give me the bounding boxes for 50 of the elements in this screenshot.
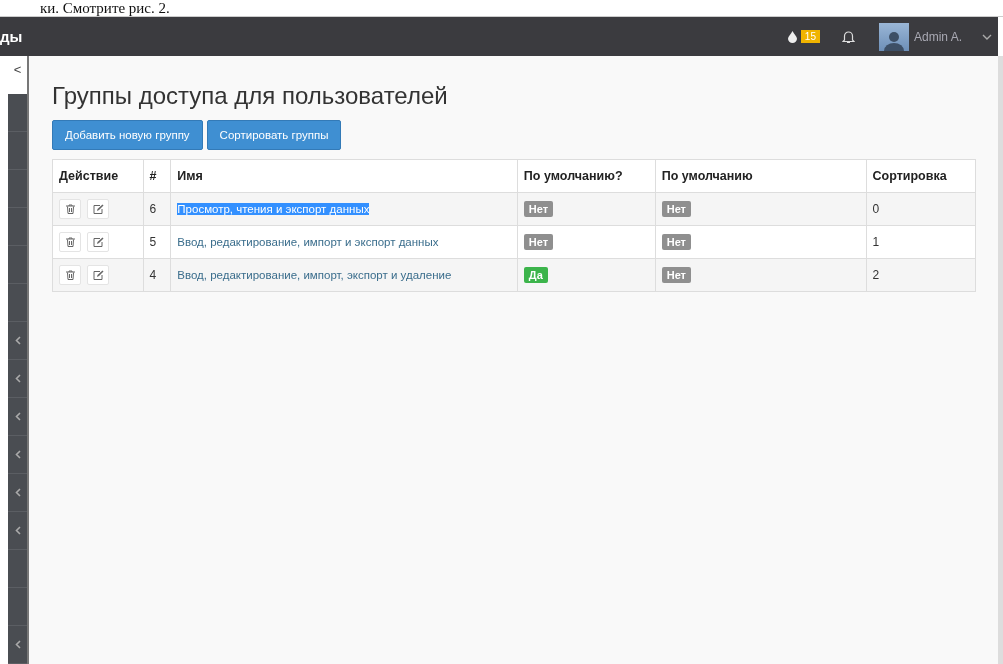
chevron-left-icon — [14, 336, 21, 345]
column-header: Сортировка — [866, 159, 976, 193]
bell-icon[interactable] — [841, 29, 855, 44]
page-title: Группы доступа для пользователей — [52, 82, 449, 110]
column-header: По умолчанию? — [517, 159, 656, 193]
chevron-down-icon[interactable] — [982, 33, 992, 40]
chevron-left-icon — [14, 412, 21, 421]
status-badge: Нет — [661, 201, 691, 217]
table-cell: 2 — [866, 258, 976, 292]
add-group-button[interactable]: Добавить новую группу — [52, 120, 203, 150]
status-badge: Нет — [523, 234, 554, 250]
notification-count: 15 — [800, 30, 820, 43]
column-header: Действие — [52, 159, 144, 193]
delete-button[interactable] — [59, 265, 81, 285]
edit-button[interactable] — [87, 232, 109, 252]
table-cell: 4 — [143, 258, 171, 292]
chevron-left-icon — [14, 640, 21, 649]
edit-button[interactable] — [87, 199, 109, 219]
document-text: ки. Смотрите рис. 2. — [40, 1, 170, 16]
status-badge: Да — [523, 267, 548, 283]
user-avatar[interactable] — [878, 22, 909, 51]
chevron-left-icon — [14, 450, 21, 459]
column-header: # — [143, 159, 171, 193]
trash-icon — [65, 204, 75, 214]
sort-groups-button[interactable]: Сортировать группы — [206, 120, 342, 150]
status-badge: Нет — [661, 267, 691, 283]
user-name[interactable]: Admin A. — [913, 29, 962, 44]
status-badge: Нет — [523, 201, 554, 217]
drop-icon[interactable] — [787, 30, 797, 43]
column-header: По умолчанию — [655, 159, 866, 193]
status-badge: Нет — [661, 234, 691, 250]
table-cell: 0 — [866, 192, 976, 226]
column-header: Имя — [170, 159, 518, 193]
edit-button[interactable] — [87, 265, 109, 285]
edit-icon — [92, 237, 104, 247]
edit-icon — [92, 270, 104, 280]
brand-text: ды — [0, 28, 23, 45]
collapse-arrow[interactable]: < — [13, 62, 22, 77]
chevron-left-icon — [14, 374, 21, 383]
table-cell: 5 — [143, 225, 171, 259]
trash-icon — [65, 270, 75, 280]
group-name-link[interactable]: Просмотр, чтения и экспорт данных — [177, 203, 370, 215]
delete-button[interactable] — [59, 232, 81, 252]
table-cell: 6 — [143, 192, 171, 226]
table-cell: 1 — [866, 225, 976, 259]
trash-icon — [65, 237, 75, 247]
chevron-left-icon — [14, 488, 21, 497]
delete-button[interactable] — [59, 199, 81, 219]
chevron-left-icon — [14, 526, 21, 535]
edit-icon — [92, 204, 104, 214]
